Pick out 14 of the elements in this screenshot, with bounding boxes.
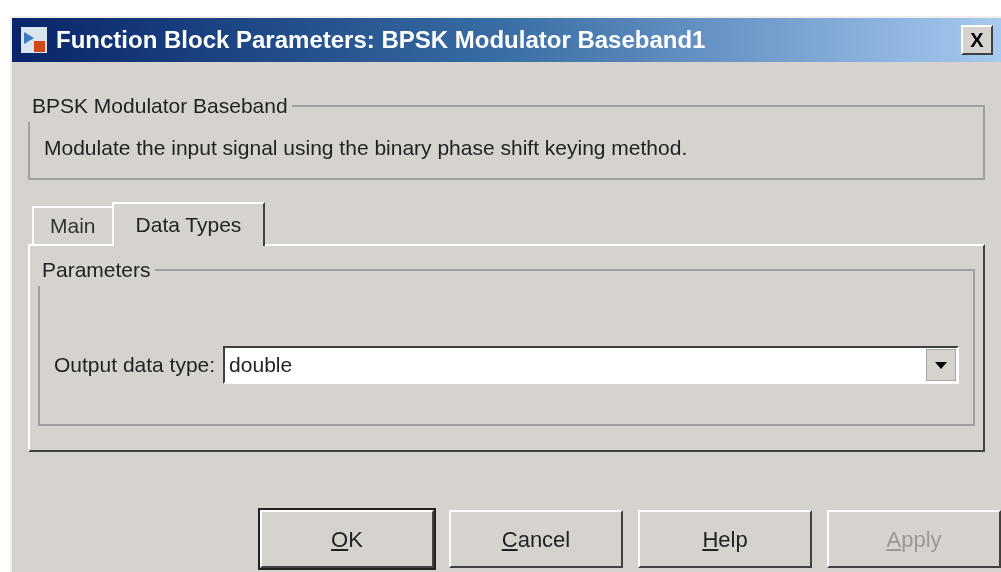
tab[interactable]: Main [32, 206, 112, 244]
field-label: Output data type: [54, 351, 216, 378]
group-title: Parameters [41, 257, 152, 283]
description-text: Modulate the input signal using the binary phase shift keying method. [44, 134, 689, 161]
dropdown-arrow-icon [926, 348, 956, 381]
dialog-button[interactable]: Cancel [449, 510, 623, 568]
dropdown-field[interactable]: double [223, 345, 959, 384]
group-title: BPSK Modulator Baseband [31, 93, 289, 119]
window-title: Function Block Parameters: BPSK Modulator Baseband1 [56, 25, 706, 55]
dialog-button[interactable]: OK [260, 510, 434, 568]
close-button[interactable]: X [961, 25, 993, 55]
dialog-button[interactable]: Help [638, 510, 812, 568]
tab[interactable]: Data Types [111, 202, 266, 246]
app-icon [20, 26, 48, 54]
